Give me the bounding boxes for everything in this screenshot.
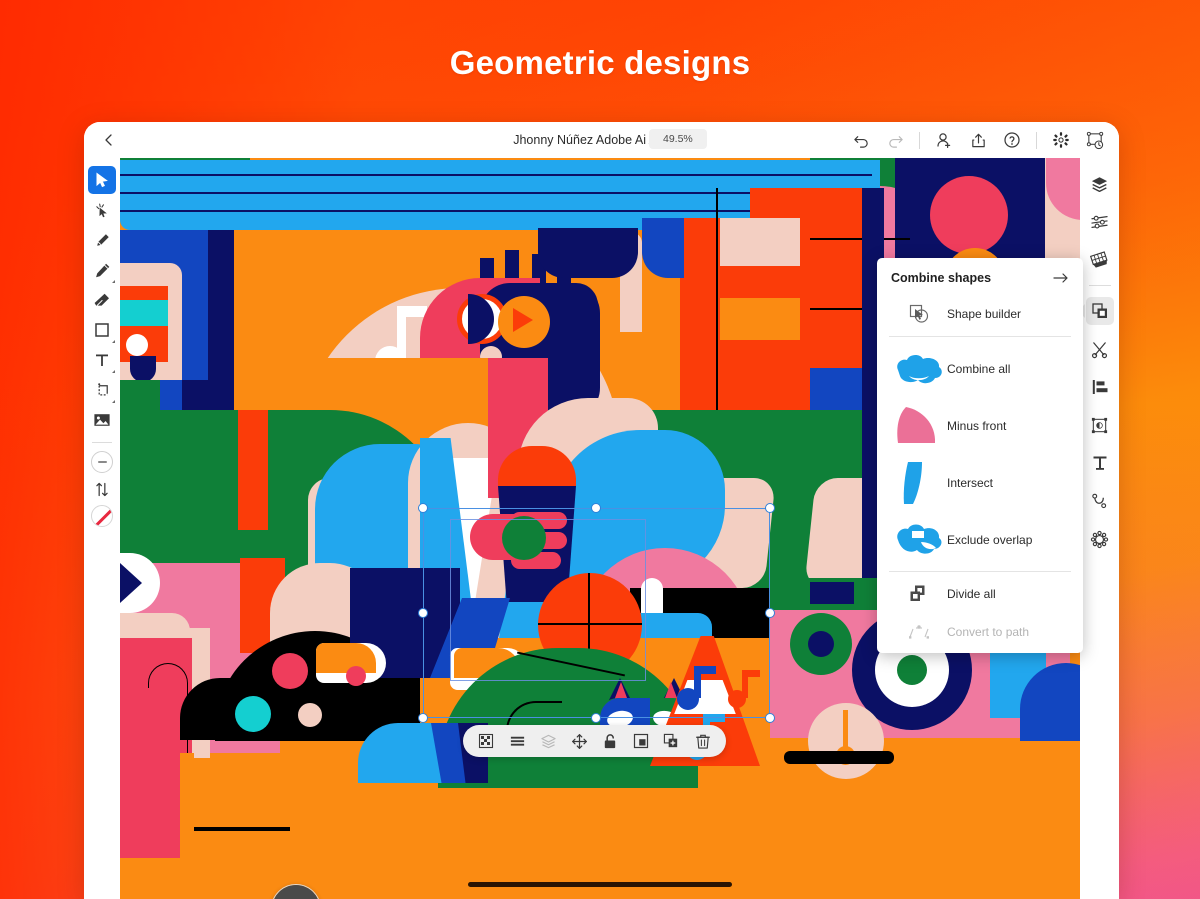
preview-icon[interactable] — [1085, 130, 1105, 150]
minus-front-preview — [891, 404, 947, 448]
combine-shapes-icon[interactable] — [1077, 297, 1114, 325]
pencil-options-caret[interactable] — [112, 280, 115, 283]
no-fill-swatch[interactable] — [91, 505, 113, 527]
properties-sliders-icon[interactable] — [1086, 208, 1114, 236]
pen-tool[interactable] — [88, 226, 116, 254]
scissors-icon[interactable] — [1086, 335, 1114, 363]
combine-item-convert-to-path: Convert to path — [877, 613, 1083, 651]
back-button[interactable] — [96, 127, 122, 153]
duplicate-icon[interactable] — [661, 730, 683, 752]
selection-handle-middle-right[interactable] — [765, 608, 775, 618]
arrange-updown-icon[interactable] — [88, 475, 116, 503]
divide-all-icon — [891, 583, 947, 605]
combine-item-label: Shape builder — [947, 307, 1022, 321]
combine-panel-header: Combine shapes — [877, 258, 1083, 295]
shape-options-caret[interactable] — [112, 340, 115, 343]
combine-item-exclude-overlap[interactable]: Exclude overlap — [877, 511, 1083, 568]
combine-item-label: Combine all — [947, 361, 1011, 376]
appbar-actions — [851, 130, 1107, 150]
combine-item-combine-all[interactable]: Combine all — [877, 340, 1083, 397]
loupe-top-color — [272, 885, 320, 899]
settings-gear-icon[interactable] — [1051, 130, 1071, 150]
combine-item-intersect[interactable]: Intersect — [877, 454, 1083, 511]
pencil-tool[interactable] — [88, 256, 116, 284]
right-rail-divider — [1088, 285, 1111, 286]
tablet-window: Jhonny Núñez Adobe Ai App (1) 49.5% Comb… — [84, 122, 1119, 899]
align-icon[interactable] — [1086, 373, 1114, 401]
text-properties-icon[interactable] — [1086, 449, 1114, 477]
stroke-width-indicator — [97, 461, 107, 463]
layers-panel-icon[interactable] — [1086, 170, 1114, 198]
combine-shapes-panel: Combine shapes Shape builder Combine all… — [877, 258, 1083, 653]
type-options-caret[interactable] — [112, 370, 115, 373]
combine-panel-divider-2 — [889, 571, 1071, 572]
mask-icon[interactable] — [630, 730, 652, 752]
eraser-tool[interactable] — [88, 286, 116, 314]
context-toolbar — [463, 725, 726, 757]
exclude-overlap-preview — [891, 520, 947, 560]
convert-to-path-icon — [891, 622, 947, 642]
transform-panel-icon[interactable] — [1086, 411, 1114, 439]
selection-handle-middle-left[interactable] — [418, 608, 428, 618]
selection-handle-top-center[interactable] — [591, 503, 601, 513]
image-tool[interactable] — [88, 406, 116, 434]
transform-tool[interactable] — [88, 376, 116, 404]
left-rail-divider — [92, 442, 112, 443]
invite-icon[interactable] — [934, 130, 954, 150]
arrow-right-icon[interactable] — [1053, 271, 1069, 285]
stroke-width-control[interactable] — [91, 451, 113, 473]
share-icon[interactable] — [968, 130, 988, 150]
combine-item-label: Intersect — [947, 475, 994, 490]
combine-item-shape-builder[interactable]: Shape builder — [877, 295, 1083, 333]
combine-item-label: Minus front — [947, 418, 1007, 433]
direct-selection-tool[interactable] — [88, 196, 116, 224]
zoom-level-chip[interactable]: 49.5% — [649, 129, 707, 149]
type-tool[interactable] — [88, 346, 116, 374]
combine-item-minus-front[interactable]: Minus front — [877, 397, 1083, 454]
app-toolbar: Jhonny Núñez Adobe Ai App (1) 49.5% — [84, 122, 1119, 158]
transform-options-caret[interactable] — [112, 400, 115, 403]
align-list-icon[interactable] — [506, 730, 528, 752]
toolbar-divider-2 — [1036, 131, 1037, 149]
home-indicator-bar — [468, 882, 732, 887]
unlock-icon[interactable] — [599, 730, 621, 752]
selection-handle-bottom-right[interactable] — [765, 713, 775, 723]
combine-panel-title: Combine shapes — [891, 271, 992, 285]
selection-handle-top-right[interactable] — [765, 503, 775, 513]
intersect-preview — [891, 460, 947, 506]
left-toolbar — [84, 158, 120, 899]
combine-item-divide-all[interactable]: Divide all — [877, 575, 1083, 613]
undo-icon[interactable] — [851, 130, 871, 150]
selection-handle-bottom-left[interactable] — [418, 713, 428, 723]
grid-ruler-icon[interactable] — [1086, 246, 1114, 274]
opacity-icon[interactable] — [475, 730, 497, 752]
selection-bounding-box[interactable] — [423, 508, 770, 718]
path-icon[interactable] — [1086, 487, 1114, 515]
app-settings-icon[interactable] — [1086, 525, 1114, 553]
right-toolbar — [1077, 158, 1119, 899]
delete-trash-icon[interactable] — [692, 730, 714, 752]
redo-icon[interactable] — [885, 130, 905, 150]
selection-handle-top-left[interactable] — [418, 503, 428, 513]
color-picker-loupe[interactable] — [271, 884, 321, 899]
combine-item-label: Convert to path — [947, 625, 1030, 639]
selection-handle-bottom-center[interactable] — [591, 713, 601, 723]
move-icon[interactable] — [568, 730, 590, 752]
help-icon[interactable] — [1002, 130, 1022, 150]
page-title: Geometric designs — [449, 44, 751, 81]
arrange-layers-icon[interactable] — [537, 730, 559, 752]
shape-builder-icon — [891, 302, 947, 326]
combine-item-label: Exclude overlap — [947, 532, 1033, 547]
selection-tool[interactable] — [88, 166, 116, 194]
toolbar-divider — [919, 131, 920, 149]
shape-tool[interactable] — [88, 316, 116, 344]
combine-panel-divider-1 — [889, 336, 1071, 337]
selection-inner-path — [450, 519, 646, 681]
combine-all-preview — [891, 350, 947, 388]
combine-item-label: Divide all — [947, 587, 996, 601]
